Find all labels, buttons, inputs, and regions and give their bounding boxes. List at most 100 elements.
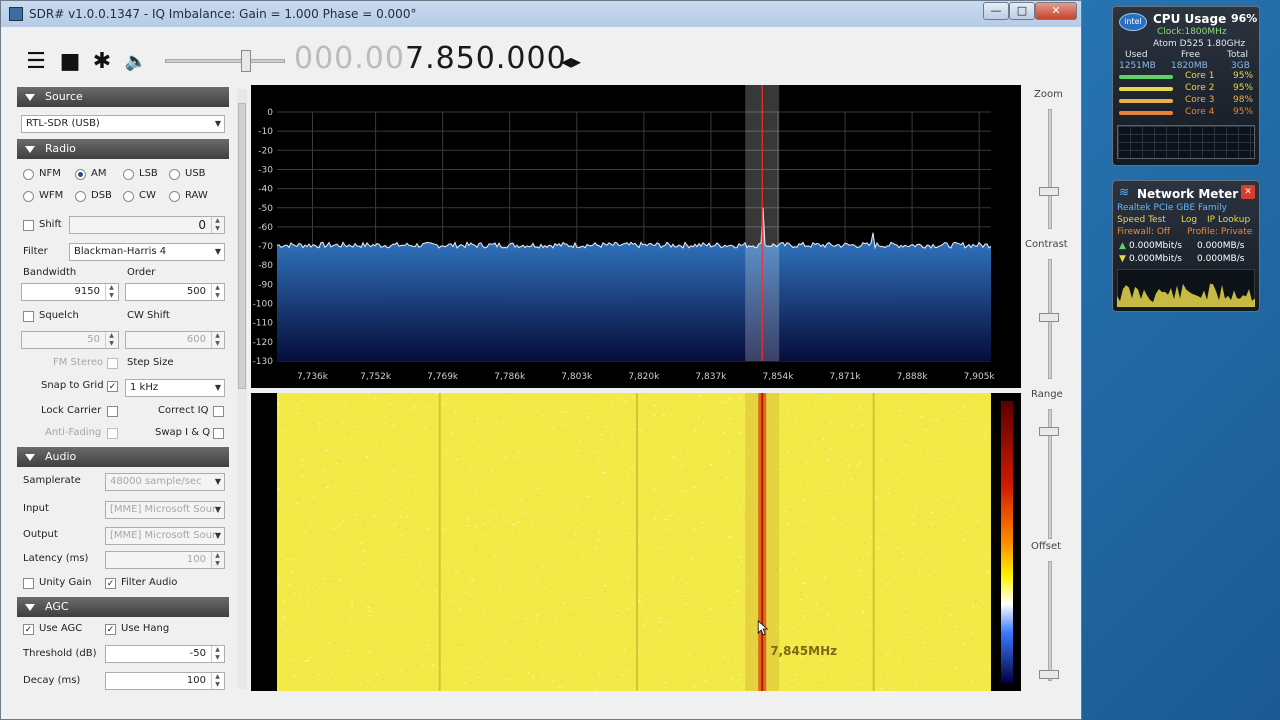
squelch-input[interactable]: 50 ▲ ▼ [21,331,119,349]
order-input[interactable]: 500 ▲ ▼ [125,283,225,301]
range-slider-thumb[interactable] [1039,427,1059,436]
spectrum-analyzer[interactable]: 0 -10 -20 -30 -40 -50 -60 -70 -80 -90 -100 -110 -120… [251,85,1021,388]
waterfall-speckle [413,405,416,407]
squelch-checkbox[interactable] [23,311,34,322]
frequency-digits[interactable]: 7.850.000 [405,41,567,76]
speaker-icon[interactable]: 🔈 [123,49,149,75]
menu-icon[interactable]: ☰ [23,49,49,75]
latency-input[interactable]: 100 ▲ ▼ [105,551,225,569]
radio-section-header[interactable]: Radio [17,139,229,159]
spinner-icon[interactable]: ▲ ▼ [211,332,223,348]
ip-lookup-link[interactable]: IP Lookup [1207,215,1250,225]
gear-icon[interactable]: ✱ [89,49,115,75]
swapiq-checkbox[interactable] [213,428,224,439]
samplerate-select[interactable]: 48000 sample/sec ▼ [105,473,225,491]
waterfall-speckle [467,415,470,417]
snap-checkbox[interactable]: ✓ [107,381,118,392]
waterfall-speckle [817,393,820,395]
volume-slider-track[interactable] [165,59,285,63]
snap-select[interactable]: 1 kHz ▼ [125,379,225,397]
spinner-icon[interactable]: ▲ ▼ [211,552,223,568]
shift-input[interactable]: 0 ▲ ▼ [69,216,225,234]
spinner-icon[interactable]: ▲ ▼ [105,332,117,348]
waterfall-speckle [356,624,358,626]
usehang-checkbox[interactable]: ✓ [105,624,116,635]
maximize-button[interactable]: □ [1009,2,1035,20]
waterfall-plot[interactable]: 7,845MHz [251,393,1021,691]
cpu-usage-gadget[interactable]: intel CPU Usage 96% Clock:1800MHz Atom D… [1112,6,1260,166]
threshold-input[interactable]: -50 ▲ ▼ [105,645,225,663]
waterfall-display[interactable]: 7,845MHz [251,393,1021,691]
net-close-button[interactable]: ✕ [1241,185,1255,199]
useagc-checkbox[interactable]: ✓ [23,624,34,635]
filteraudio-checkbox[interactable]: ✓ [105,578,116,589]
mode-radio-dsb[interactable] [75,191,86,202]
offset-slider-track[interactable] [1048,561,1052,681]
agc-section-header[interactable]: AGC [17,597,229,617]
waterfall-speckle [943,411,946,413]
zoom-slider-track[interactable] [1048,109,1052,229]
contrast-slider-thumb[interactable] [1039,313,1059,322]
log-link[interactable]: Log [1181,215,1197,225]
source-section-header[interactable]: Source [17,87,229,107]
waterfall-speckle [857,482,860,484]
filter-select[interactable]: Blackman-Harris 4 ▼ [69,243,225,261]
frequency-display[interactable]: 000.007.850.000 [294,41,567,76]
threshold-value: -50 [189,648,206,659]
zoom-slider-thumb[interactable] [1039,187,1059,196]
panel-scrollbar-thumb[interactable] [238,103,246,389]
waterfall-speckle [597,539,600,541]
fmstereo-checkbox[interactable] [107,358,118,369]
waterfall-speckle [370,620,373,622]
stop-icon[interactable]: ■ [57,49,83,75]
net-adapter[interactable]: Realtek PCIe GBE Family [1117,203,1227,213]
title-bar[interactable]: SDR# v1.0.0.1347 - IQ Imbalance: Gain = … [1,1,1081,27]
mode-radio-am[interactable] [75,169,86,180]
waterfall-speckle [922,448,925,450]
waterfall-speckle [314,462,317,463]
waterfall-speckle [444,597,447,598]
mode-radio-raw[interactable] [169,191,180,202]
antifading-checkbox[interactable] [107,428,118,439]
close-button[interactable]: ✕ [1035,2,1077,20]
spinner-icon[interactable]: ▲ ▼ [211,217,223,233]
waterfall-speckle [296,400,299,402]
waterfall-speckle [861,446,864,448]
mode-radio-usb[interactable] [169,169,180,180]
input-select[interactable]: [MME] Microsoft Soun ▼ [105,501,225,519]
panel-scrollbar[interactable] [237,89,247,689]
source-device-select[interactable]: RTL-SDR (USB) ▼ [21,115,225,133]
unity-checkbox[interactable] [23,578,34,589]
bandwidth-input[interactable]: 9150 ▲ ▼ [21,283,119,301]
mode-radio-cw[interactable] [123,191,134,202]
correctiq-checkbox[interactable] [213,406,224,417]
waterfall-speckle [292,409,294,411]
frequency-step-arrows[interactable]: ◂▸ [561,49,581,73]
waterfall-speckle [729,592,732,594]
frequency-leading-digits[interactable]: 000.00 [294,41,405,76]
mode-radio-wfm[interactable] [23,191,34,202]
spinner-icon[interactable]: ▲ ▼ [105,284,117,300]
spinner-icon[interactable]: ▲ ▼ [211,646,223,662]
waterfall-speckle [847,495,850,497]
mode-radio-lsb[interactable] [123,169,134,180]
shift-checkbox[interactable] [23,220,34,231]
output-select[interactable]: [MME] Microsoft Soun ▼ [105,527,225,545]
offset-slider-thumb[interactable] [1039,670,1059,679]
decay-input[interactable]: 100 ▲ ▼ [105,672,225,690]
waterfall-speckle [728,418,731,420]
volume-slider-thumb[interactable] [241,50,251,72]
waterfall-speckle [727,599,730,601]
mode-radio-nfm[interactable] [23,169,34,180]
waterfall-speckle [296,419,299,421]
cwshift-input[interactable]: 600 ▲ ▼ [125,331,225,349]
waterfall-speckle [461,644,464,646]
spinner-icon[interactable]: ▲ ▼ [211,284,223,300]
network-meter-gadget[interactable]: ≋ Network Meter ✕ Realtek PCIe GBE Famil… [1112,180,1260,312]
spectrum-plot[interactable]: 0 -10 -20 -30 -40 -50 -60 -70 -80 -90 -100 -110 -120… [251,85,1021,388]
audio-section-header[interactable]: Audio [17,447,229,467]
lockcarrier-checkbox[interactable] [107,406,118,417]
spinner-icon[interactable]: ▲ ▼ [211,673,223,689]
minimize-button[interactable]: — [983,2,1009,20]
speed-test-link[interactable]: Speed Test [1117,215,1166,225]
